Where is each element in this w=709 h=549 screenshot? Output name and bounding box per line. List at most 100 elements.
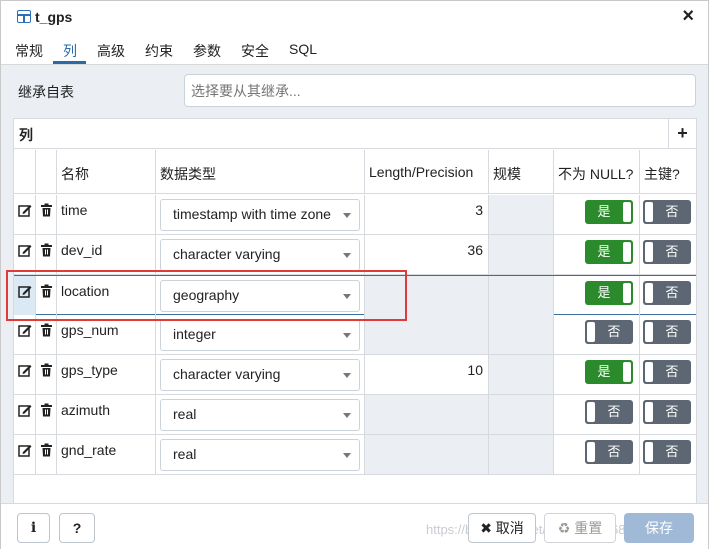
column-name[interactable]: gnd_rate bbox=[57, 435, 156, 474]
add-column-button[interactable]: + bbox=[668, 119, 696, 148]
primary-key-cell: 否 bbox=[640, 235, 696, 274]
length-precision-cell[interactable]: 3 bbox=[365, 195, 489, 234]
data-type-cell: real bbox=[156, 435, 365, 474]
not-null-toggle[interactable]: 否 bbox=[585, 400, 633, 424]
not-null-toggle[interactable]: 是 bbox=[585, 360, 633, 384]
table-row[interactable]: azimuth real 否 否 bbox=[14, 395, 696, 435]
help-button[interactable]: ? bbox=[59, 513, 95, 543]
tab-sql[interactable]: SQL bbox=[289, 41, 317, 57]
toggle-knob bbox=[587, 442, 595, 462]
edit-cell bbox=[14, 355, 36, 394]
tab-general[interactable]: 常规 bbox=[15, 41, 43, 61]
tab-columns[interactable]: 列 bbox=[63, 41, 77, 61]
trash-icon[interactable] bbox=[40, 243, 53, 257]
delete-cell bbox=[36, 315, 57, 354]
active-tab-indicator bbox=[53, 61, 86, 64]
not-null-cell: 否 bbox=[554, 395, 640, 434]
tab-constraints[interactable]: 约束 bbox=[145, 41, 173, 61]
column-name[interactable]: gps_type bbox=[57, 355, 156, 394]
length-precision-cell[interactable] bbox=[365, 276, 489, 315]
toggle-knob bbox=[645, 442, 653, 462]
primary-key-toggle[interactable]: 否 bbox=[643, 360, 691, 384]
edit-icon[interactable] bbox=[18, 443, 32, 457]
primary-key-cell: 否 bbox=[640, 195, 696, 234]
table-row[interactable]: gps_type character varying 10 是 否 bbox=[14, 355, 696, 395]
primary-key-toggle[interactable]: 否 bbox=[643, 440, 691, 464]
data-type-value: real bbox=[173, 446, 197, 462]
column-name[interactable]: azimuth bbox=[57, 395, 156, 434]
chevron-down-icon bbox=[343, 453, 351, 458]
tab-security[interactable]: 安全 bbox=[241, 41, 269, 61]
column-name[interactable]: dev_id bbox=[57, 235, 156, 274]
table-row[interactable]: location geography 是 否 bbox=[14, 275, 696, 315]
length-precision-cell[interactable] bbox=[365, 315, 489, 354]
data-type-value: character varying bbox=[173, 246, 281, 262]
edit-icon[interactable] bbox=[18, 243, 32, 257]
table-row[interactable]: dev_id character varying 36 是 否 bbox=[14, 235, 696, 275]
primary-key-toggle[interactable]: 否 bbox=[643, 200, 691, 224]
not-null-cell: 否 bbox=[554, 315, 640, 354]
primary-key-toggle[interactable]: 否 bbox=[643, 240, 691, 264]
scale-cell bbox=[489, 435, 554, 474]
table-row[interactable]: gnd_rate real 否 否 bbox=[14, 435, 696, 475]
tab-parameters[interactable]: 参数 bbox=[193, 41, 221, 61]
toggle-knob bbox=[645, 322, 653, 342]
tab-advanced[interactable]: 高级 bbox=[97, 41, 125, 61]
trash-icon[interactable] bbox=[40, 323, 53, 337]
table-row[interactable]: gps_num integer 否 否 bbox=[14, 315, 696, 355]
column-name[interactable]: gps_num bbox=[57, 315, 156, 354]
delete-cell bbox=[36, 235, 57, 274]
column-name[interactable]: time bbox=[57, 195, 156, 234]
delete-cell bbox=[36, 395, 57, 434]
data-type-value: timestamp with time zone bbox=[173, 206, 331, 222]
data-type-select[interactable]: character varying bbox=[160, 239, 360, 271]
edit-cell bbox=[14, 276, 36, 315]
data-type-select[interactable]: geography bbox=[160, 280, 360, 312]
not-null-toggle[interactable]: 否 bbox=[585, 440, 633, 464]
primary-key-toggle[interactable]: 否 bbox=[643, 400, 691, 424]
column-name[interactable]: location bbox=[57, 276, 156, 315]
close-icon[interactable]: × bbox=[682, 6, 694, 26]
dialog-footer: i ? https://blog.csdn.net/qq_40637168 ✖ … bbox=[1, 503, 708, 549]
cancel-button[interactable]: ✖ 取消 bbox=[468, 513, 536, 543]
delete-cell bbox=[36, 276, 57, 315]
data-type-cell: timestamp with time zone bbox=[156, 195, 365, 234]
trash-icon[interactable] bbox=[40, 443, 53, 457]
info-button[interactable]: i bbox=[17, 513, 50, 543]
primary-key-toggle[interactable]: 否 bbox=[643, 320, 691, 344]
reset-button[interactable]: ♻ 重置 bbox=[544, 513, 616, 543]
toggle-knob bbox=[645, 202, 653, 222]
data-type-select[interactable]: integer bbox=[160, 319, 360, 351]
edit-icon[interactable] bbox=[18, 203, 32, 217]
length-precision-cell[interactable]: 36 bbox=[365, 235, 489, 274]
edit-icon[interactable] bbox=[18, 284, 32, 298]
trash-icon[interactable] bbox=[40, 403, 53, 417]
primary-key-cell: 否 bbox=[640, 355, 696, 394]
trash-icon[interactable] bbox=[40, 203, 53, 217]
data-type-select[interactable]: real bbox=[160, 399, 360, 431]
not-null-toggle[interactable]: 否 bbox=[585, 320, 633, 344]
trash-icon[interactable] bbox=[40, 363, 53, 377]
trash-icon[interactable] bbox=[40, 284, 53, 298]
edit-icon[interactable] bbox=[18, 363, 32, 377]
edit-icon[interactable] bbox=[18, 323, 32, 337]
data-type-select[interactable]: real bbox=[160, 439, 360, 471]
not-null-toggle[interactable]: 是 bbox=[585, 281, 633, 305]
not-null-toggle[interactable]: 是 bbox=[585, 200, 633, 224]
save-button[interactable]: 保存 bbox=[624, 513, 694, 543]
data-type-select[interactable]: character varying bbox=[160, 359, 360, 391]
data-type-value: geography bbox=[173, 287, 240, 303]
toggle-knob bbox=[645, 402, 653, 422]
length-precision-cell[interactable] bbox=[365, 395, 489, 434]
inherit-from-input[interactable] bbox=[184, 74, 696, 107]
edit-icon[interactable] bbox=[18, 403, 32, 417]
chevron-down-icon bbox=[343, 253, 351, 258]
table-row[interactable]: time timestamp with time zone 3 是 否 bbox=[14, 195, 696, 235]
length-precision-cell[interactable] bbox=[365, 435, 489, 474]
header-data-type: 数据类型 bbox=[156, 150, 365, 194]
length-precision-cell[interactable]: 10 bbox=[365, 355, 489, 394]
primary-key-toggle[interactable]: 否 bbox=[643, 281, 691, 305]
not-null-cell: 否 bbox=[554, 435, 640, 474]
not-null-toggle[interactable]: 是 bbox=[585, 240, 633, 264]
data-type-select[interactable]: timestamp with time zone bbox=[160, 199, 360, 231]
